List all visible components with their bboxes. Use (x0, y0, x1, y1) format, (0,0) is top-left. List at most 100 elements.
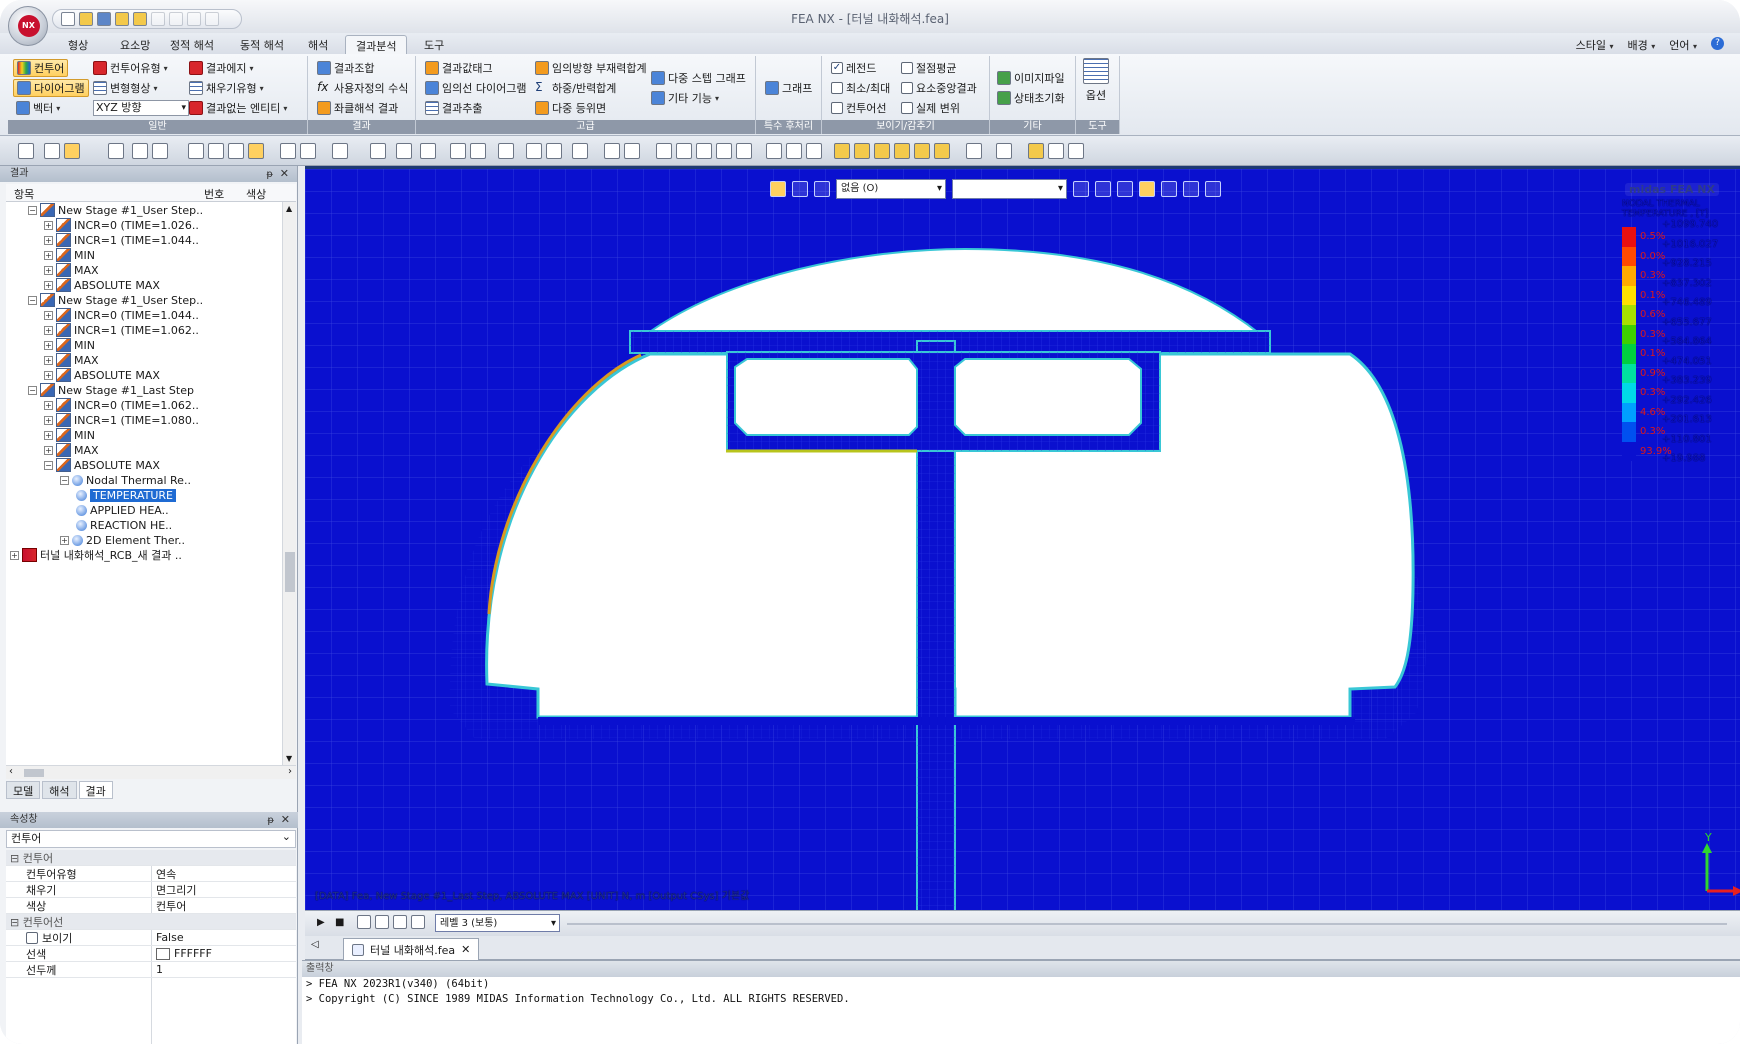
other-functions-button[interactable]: 기타 기능 ▾ (648, 89, 722, 107)
measure2-icon[interactable] (546, 143, 562, 159)
expand-icon[interactable]: + (44, 340, 53, 350)
node-icon[interactable] (396, 143, 412, 159)
shade-icon[interactable] (1028, 143, 1044, 159)
tree-item[interactable]: − Nodal Thermal Re.. (60, 472, 191, 488)
wcs-icon[interactable] (228, 143, 244, 159)
settings-icon[interactable] (1205, 181, 1221, 197)
chevron-left-icon[interactable]: ◁ (311, 939, 319, 950)
multi-isosurface-button[interactable]: 다중 등위면 (532, 99, 609, 117)
property-category[interactable]: ⊟ 컨투어 (6, 850, 296, 866)
animation-slider-track[interactable] (567, 923, 1727, 925)
frame-icon[interactable] (393, 915, 407, 929)
graph-button[interactable]: 그래프 (762, 79, 815, 97)
tree-item[interactable]: REACTION HE.. (76, 517, 172, 533)
export-icon[interactable] (411, 915, 425, 929)
property-row[interactable]: 선두께 1 (6, 962, 296, 978)
chevron-left-icon[interactable]: ‹ (9, 766, 13, 777)
expand-icon[interactable]: + (44, 430, 53, 440)
tree-vertical-scrollbar[interactable]: ▲ ▼ (282, 202, 296, 765)
view-top-icon[interactable] (806, 143, 822, 159)
render-icon[interactable] (996, 143, 1012, 159)
element-icon[interactable] (420, 143, 436, 159)
property-row[interactable]: 보이기 False (6, 930, 296, 946)
property-value[interactable]: False (151, 930, 296, 945)
expand-icon[interactable]: + (44, 325, 53, 335)
rectangle-icon[interactable] (152, 143, 168, 159)
axis-icon[interactable] (208, 143, 224, 159)
checkbox-icon[interactable] (901, 82, 913, 94)
view-right-icon[interactable] (914, 143, 930, 159)
contour-button[interactable]: 컨투어 (13, 59, 69, 77)
document-tab[interactable]: 터널 내화해석.fea ✕ (343, 938, 480, 960)
tree-item[interactable]: + INCR=1 (TIME=1.044.. (44, 232, 199, 248)
language-menu[interactable]: 언어 ▾ (1669, 37, 1697, 53)
pan-icon[interactable] (736, 143, 752, 159)
result-extract-button[interactable]: 결과추출 (422, 99, 485, 117)
rotate2-icon[interactable] (716, 143, 732, 159)
property-row[interactable]: 색상 컨투어 (6, 898, 296, 914)
load-reaction-sum-button[interactable]: Σ 하중/반력합계 (532, 79, 619, 97)
checkbox-icon[interactable] (831, 102, 843, 114)
tree-item[interactable]: + INCR=0 (TIME=1.026.. (44, 217, 199, 233)
tree-item[interactable]: + MIN (44, 247, 95, 263)
snap-icon[interactable] (280, 143, 296, 159)
movie-icon[interactable] (375, 915, 389, 929)
close-icon[interactable]: ✕ (280, 166, 289, 182)
fill-type-button[interactable]: 채우기유형 ▾ (186, 79, 267, 97)
hidden-line-icon[interactable] (1068, 143, 1084, 159)
tree-item[interactable]: + MAX (44, 442, 99, 458)
label-icon[interactable] (450, 143, 466, 159)
viewport-select-1[interactable]: 없음 (O) (836, 179, 946, 199)
expand-icon[interactable]: + (44, 400, 53, 410)
expand-icon[interactable]: + (44, 355, 53, 365)
display-mode-icon[interactable] (770, 181, 786, 197)
pin-icon[interactable]: ᵽ (267, 813, 274, 829)
actual-displacement-checkbox[interactable]: 실제 변위 (898, 99, 963, 117)
tree-horizontal-scrollbar[interactable]: ‹ › (6, 765, 296, 779)
tab-static-analysis[interactable]: 정적 해석 (160, 35, 224, 54)
ucs-icon[interactable] (248, 143, 264, 159)
play-icon[interactable]: ▶ (317, 917, 325, 928)
property-type-select[interactable]: 컨투어 (6, 829, 296, 848)
zoom-in-icon[interactable] (676, 143, 692, 159)
application-button[interactable]: NX (8, 6, 48, 46)
user-formula-button[interactable]: fx 사용자정의 수식 (314, 79, 411, 97)
measure-icon[interactable] (526, 143, 542, 159)
tab-mesh[interactable]: 요소망 (110, 35, 160, 54)
vector-button[interactable]: 벡터 ▾ (13, 99, 63, 117)
mesh-canvas[interactable] (305, 169, 1740, 910)
select-icon[interactable] (18, 143, 34, 159)
zoom-fit-icon[interactable] (624, 143, 640, 159)
transform-icon[interactable] (1073, 181, 1089, 197)
tab-analysis[interactable]: 해석 (298, 35, 338, 54)
tree-item[interactable]: + 터널 내화해석_RCB_새 결과 .. (10, 547, 182, 563)
checkbox-icon[interactable] (831, 82, 843, 94)
lock-active-icon[interactable] (64, 143, 80, 159)
chevron-up-icon[interactable]: ▲ (286, 204, 292, 213)
tab-analysis-panel[interactable]: 해석 (42, 781, 77, 799)
property-value[interactable]: 1 (151, 962, 296, 977)
tab-model[interactable]: 모델 (6, 781, 41, 799)
collapse-icon[interactable]: ⊟ (10, 852, 19, 865)
member-force-sum-button[interactable]: 임의방향 부재력합계 (532, 59, 650, 77)
expand-icon[interactable]: + (44, 220, 53, 230)
view-back-icon[interactable] (874, 143, 890, 159)
view-grid-icon[interactable] (766, 143, 782, 159)
tab-results[interactable]: 결과분석 (345, 35, 408, 54)
view-bottom-icon[interactable] (934, 143, 950, 159)
highlight-icon[interactable] (1139, 181, 1155, 197)
model-viewport[interactable]: 없음 (O) midas FEA NX NODAL THERMAL TEMPER… (305, 166, 1740, 910)
diagram-button[interactable]: 다이어그램 (13, 79, 89, 97)
view-axis-icon[interactable] (786, 143, 802, 159)
snap-grid-icon[interactable] (300, 143, 316, 159)
help-icon[interactable]: ? (1711, 37, 1724, 50)
tree-item[interactable]: + INCR=1 (TIME=1.080.. (44, 412, 199, 428)
clear-icon[interactable] (1117, 181, 1133, 197)
property-value[interactable]: 연속 (151, 866, 296, 881)
expand-icon[interactable]: + (44, 265, 53, 275)
tree-item[interactable]: − New Stage #1_User Step.. (28, 202, 203, 218)
legend-checkbox[interactable]: 레전드 (828, 59, 879, 77)
buckling-result-button[interactable]: 좌클해석 결과 (314, 99, 401, 117)
collapse-icon[interactable]: − (60, 475, 69, 485)
stop-icon[interactable]: ■ (335, 917, 344, 928)
